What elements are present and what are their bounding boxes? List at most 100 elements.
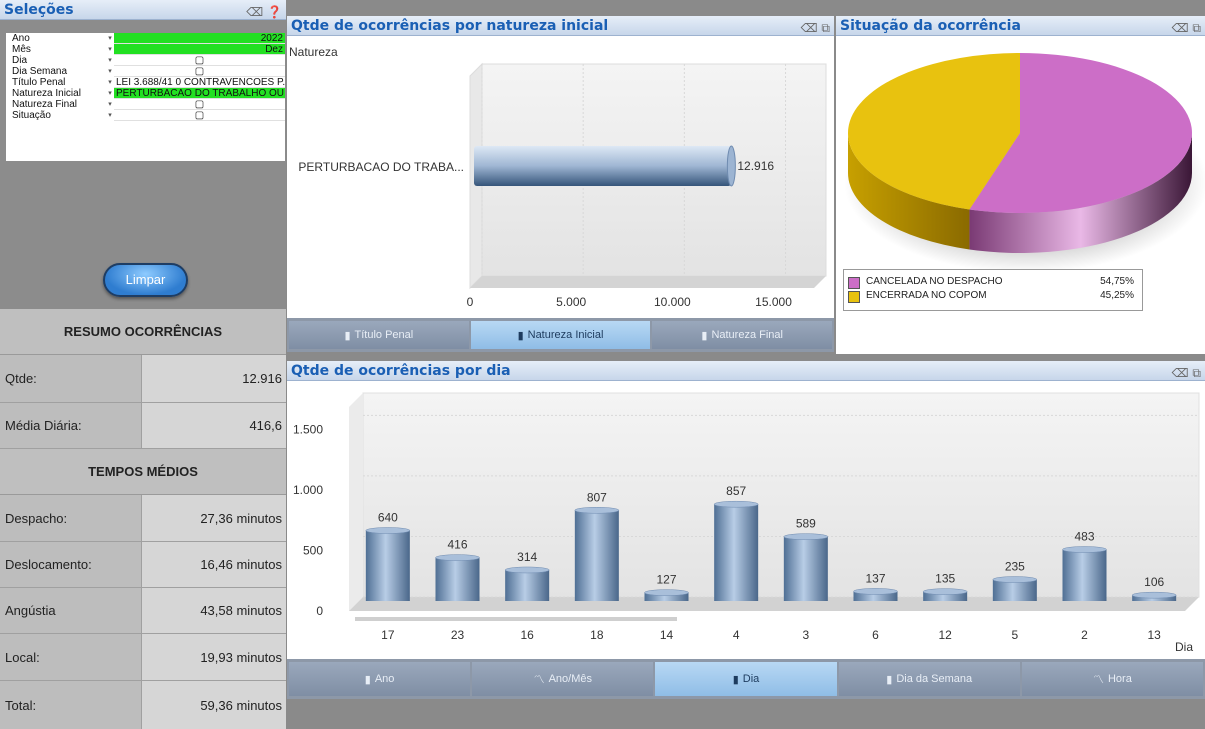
bar — [365, 530, 410, 601]
x-tick-label: 0 — [467, 295, 474, 309]
x-tick-label: 5 — [1011, 628, 1018, 642]
help-icon[interactable]: ❓ — [267, 5, 282, 19]
selection-row[interactable]: Natureza Inicial ▾ PERTURBACAO DO TRABALHO… — [6, 88, 285, 99]
dia-chart: 05001.0001.50064017416233141680718127148… — [293, 392, 1200, 654]
media-value: 416,6 — [142, 403, 286, 448]
clear-button[interactable]: Limpar — [103, 263, 188, 297]
local-label: Local: — [0, 634, 142, 680]
selection-row[interactable]: Natureza Final ▾ ▢ — [6, 99, 285, 110]
bar-chart-icon: ▮ — [886, 673, 893, 686]
selection-row[interactable]: Mês ▾ Dez — [6, 44, 285, 55]
tab-label: Ano — [374, 673, 395, 685]
tab-label: Natureza Inicial — [527, 329, 604, 341]
selection-value[interactable]: ▢ — [114, 99, 285, 110]
x-tick-label: 16 — [520, 628, 534, 642]
y-tick-label: 500 — [303, 543, 323, 557]
tab-ano[interactable]: ▮ Ano — [289, 662, 471, 696]
total-row: Total: 59,36 minutos — [0, 681, 286, 729]
tab-hora[interactable]: 〽 Hora — [1021, 662, 1204, 696]
y-tick-label: 1.500 — [293, 422, 323, 436]
dropdown-arrow-icon[interactable]: ▾ — [106, 88, 114, 99]
dropdown-arrow-icon[interactable]: ▾ — [106, 55, 114, 66]
selection-row[interactable]: Dia ▾ ▢ — [6, 55, 285, 66]
selection-row[interactable]: Dia Semana ▾ ▢ — [6, 66, 285, 77]
selection-row[interactable]: Título Penal ▾ LEI 3.688/41 0 CONTRAVENCOE… — [6, 77, 285, 88]
bar-value-label: 235 — [1005, 560, 1025, 574]
tab-dia-semana[interactable]: ▮ Dia da Semana — [838, 662, 1020, 696]
legend-item-cancelada: CANCELADA NO DESPACHO 54,75% — [848, 276, 1138, 289]
bar — [1062, 549, 1107, 601]
bar-cap — [1062, 546, 1107, 553]
bar-value-label: 807 — [587, 490, 607, 504]
bar-value-label: 137 — [865, 571, 885, 585]
selections-title-bar: Seleções ⌫ ❓ — [0, 0, 286, 20]
selection-value[interactable]: ▢ — [114, 110, 285, 121]
bar-chart-icon: ▮ — [732, 673, 739, 686]
situacao-tools: ⌫ ⧉ — [1172, 18, 1201, 38]
dropdown-arrow-icon[interactable]: ▾ — [106, 33, 114, 44]
export-icon[interactable]: ⧉ — [1192, 21, 1201, 35]
x-tick-label: 2 — [1081, 628, 1088, 642]
dropdown-arrow-icon[interactable]: ▾ — [106, 99, 114, 110]
selection-value[interactable]: 2022 — [114, 33, 285, 44]
bar-chart-icon: ▮ — [364, 673, 371, 686]
export-icon[interactable]: ⧉ — [821, 21, 830, 35]
tab-natureza-final[interactable]: ▮ Natureza Final — [652, 321, 833, 349]
bar-cap — [644, 589, 689, 596]
bar-chart-icon: ▮ — [701, 329, 708, 342]
dia-title: Qtde de ocorrências por dia — [291, 363, 511, 379]
tab-natureza-inicial[interactable]: ▮ Natureza Inicial — [470, 321, 651, 349]
dropdown-arrow-icon[interactable]: ▾ — [106, 77, 114, 88]
selection-value[interactable]: ▢ — [114, 55, 285, 66]
x-tick-label: 15.000 — [755, 295, 792, 309]
legend-swatch — [848, 291, 860, 303]
eraser-icon[interactable]: ⌫ — [1172, 21, 1189, 35]
tab-ano-mes[interactable]: 〽 Ano/Mês — [472, 662, 654, 696]
eraser-icon[interactable]: ⌫ — [801, 21, 818, 35]
tab-dia[interactable]: ▮ Dia — [655, 662, 837, 696]
legend-item-encerrada: ENCERRADA NO COPOM 45,25% — [848, 290, 1138, 303]
qtde-row: Qtde: 12.916 — [0, 355, 286, 403]
bar-cap — [992, 576, 1038, 583]
legend-label: ENCERRADA NO COPOM — [866, 290, 987, 301]
selection-row[interactable]: Situação ▾ ▢ — [6, 110, 285, 121]
dia-tabbar: ▮ Ano 〽 Ano/Mês ▮ Dia ▮ Dia da Semana 〽 Hora — [287, 659, 1205, 699]
natureza-tabbar: ▮ Título Penal ▮ Natureza Inicial ▮ Naturez… — [287, 318, 834, 352]
bar-cap — [783, 533, 829, 540]
dropdown-arrow-icon[interactable]: ▾ — [106, 110, 114, 121]
selection-row[interactable]: Ano ▾ 2022 — [6, 33, 285, 44]
export-icon[interactable]: ⧉ — [1192, 366, 1201, 380]
situacao-pie-chart — [844, 53, 1205, 273]
axis-label: Natureza — [289, 45, 338, 59]
angustia-value: 43,58 minutos — [142, 588, 286, 633]
bar-value-label: 135 — [935, 572, 955, 586]
bar-cap — [574, 507, 620, 514]
y-tick-label: 1.000 — [293, 483, 323, 497]
x-tick-label: 18 — [590, 628, 604, 642]
media-row: Média Diária: 416,6 — [0, 403, 286, 449]
selection-value[interactable]: PERTURBACAO DO TRABALHO OU ... — [114, 88, 285, 99]
selection-value[interactable]: Dez — [114, 44, 285, 55]
dropdown-arrow-icon[interactable]: ▾ — [106, 44, 114, 55]
bar-chart-icon: ▮ — [517, 329, 524, 342]
situacao-title-bar: Situação da ocorrência ⌫ ⧉ — [836, 16, 1205, 36]
eraser-icon[interactable]: ⌫ — [1172, 366, 1189, 380]
dia-title-bar: Qtde de ocorrências por dia ⌫ ⧉ — [287, 361, 1205, 381]
local-row: Local: 19,93 minutos — [0, 634, 286, 681]
tab-titulo-penal[interactable]: ▮ Título Penal — [289, 321, 469, 349]
selections-title: Seleções — [4, 2, 74, 18]
x-tick-label: 4 — [733, 628, 740, 642]
selection-value[interactable]: ▢ — [114, 66, 285, 77]
x-tick-label: 10.000 — [654, 295, 691, 309]
selection-value[interactable]: LEI 3.688/41 0 CONTRAVENCOES P... — [114, 77, 285, 88]
situacao-title: Situação da ocorrência — [840, 18, 1021, 34]
angustia-label: Angústia — [0, 588, 142, 633]
bar-value-label: 12.916 — [737, 159, 774, 173]
total-value: 59,36 minutos — [142, 681, 286, 729]
eraser-icon[interactable]: ⌫ — [246, 5, 263, 19]
plot-side-wall — [349, 393, 363, 611]
natureza-title: Qtde de ocorrências por natureza inicial — [291, 18, 609, 34]
dia-tools: ⌫ ⧉ — [1172, 363, 1201, 383]
x-tick-label: 17 — [381, 628, 395, 642]
dropdown-arrow-icon[interactable]: ▾ — [106, 66, 114, 77]
